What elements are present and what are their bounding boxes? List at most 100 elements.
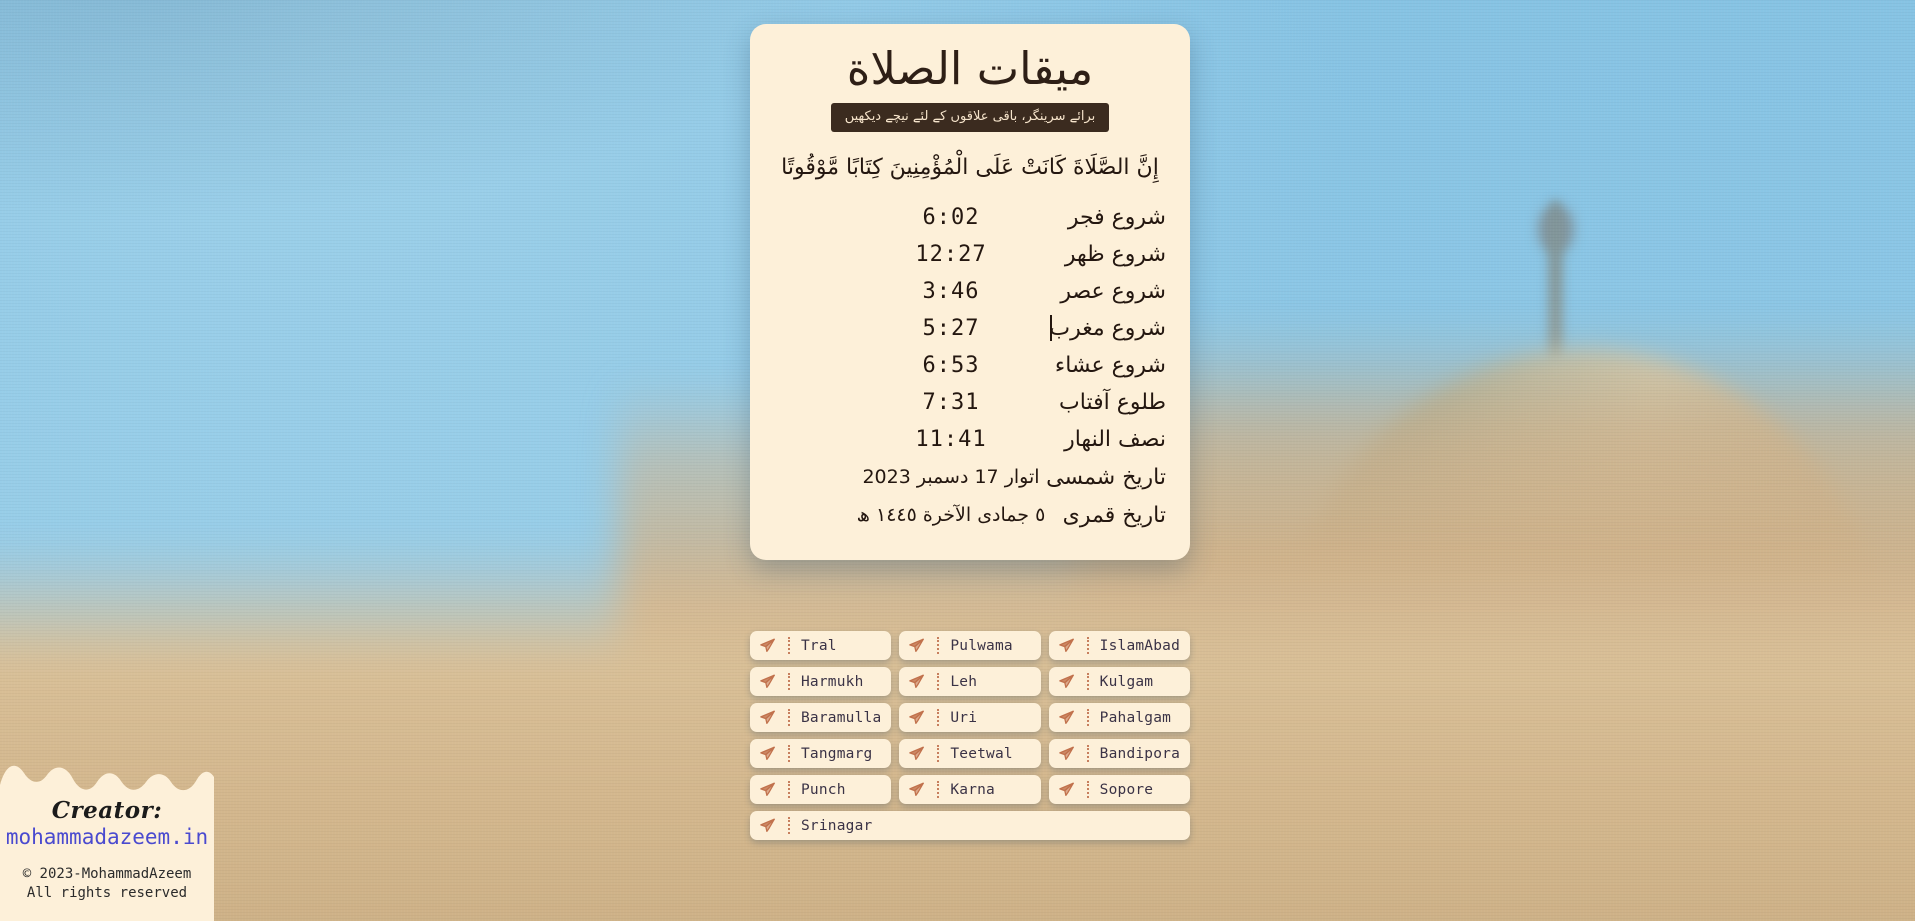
button-divider xyxy=(788,673,790,690)
location-button-label: Pulwama xyxy=(950,637,1013,654)
location-button-bandipora[interactable]: Bandipora xyxy=(1048,739,1190,768)
location-button-pahalgam[interactable]: Pahalgam xyxy=(1048,703,1190,732)
prayer-time-label: شروع ظهر xyxy=(1064,242,1166,268)
prayer-time-label: شروع عشاء xyxy=(1054,353,1166,379)
location-button-label: Uri xyxy=(950,709,978,726)
paper-plane-icon xyxy=(908,673,925,690)
creator-footer-card: Creator: mohammadazeem.in © 2023-Mohamma… xyxy=(0,755,214,921)
creator-label: Creator: xyxy=(51,797,163,824)
prayer-time-row: نصف النهار 11:41 xyxy=(772,421,1168,458)
prayer-time-value: 12:27 xyxy=(915,242,987,268)
location-button-label: Bandipora xyxy=(1099,745,1181,762)
button-divider xyxy=(937,745,940,762)
prayer-time-value: 5:27 xyxy=(922,316,980,342)
location-button-label: IslamAbad xyxy=(1099,637,1181,654)
button-divider xyxy=(1086,781,1089,798)
prayer-time-value: اتوار 17 دسمبر 2023 xyxy=(862,466,1040,489)
paper-plane-icon xyxy=(908,709,925,726)
button-divider xyxy=(1086,673,1089,690)
location-button-label: Srinagar xyxy=(801,817,873,834)
prayer-time-label: تاریخ شمسی xyxy=(1046,464,1166,490)
location-button-label: Harmukh xyxy=(801,673,864,690)
location-button-kulgam[interactable]: Kulgam xyxy=(1048,667,1190,696)
prayer-time-value: 11:41 xyxy=(915,427,987,453)
button-divider xyxy=(937,673,940,690)
paper-plane-icon xyxy=(759,745,776,762)
prayer-time-label: شروع عصر xyxy=(1060,279,1166,305)
location-button-uri[interactable]: Uri xyxy=(899,703,1041,732)
paper-plane-icon xyxy=(1058,673,1075,690)
location-button-srinagar[interactable]: Srinagar xyxy=(750,811,1190,840)
button-divider xyxy=(937,709,940,726)
prayer-time-value: 3:46 xyxy=(922,279,980,305)
location-button-grid: Tral Pulwama IslamAbad Harmukh Leh Kulgam Bara… xyxy=(750,631,1190,840)
location-button-label: Teetwal xyxy=(950,745,1013,762)
location-button-label: Pahalgam xyxy=(1099,709,1172,726)
copyright-line-1: © 2023-MohammadAzeem xyxy=(22,866,192,882)
region-notice-badge: برائے سرینگر، باقی علاقوں کے لئے نیچے دی… xyxy=(830,102,1110,132)
button-divider xyxy=(788,745,790,762)
button-divider xyxy=(937,637,940,654)
prayer-time-row: شروع ظهر 12:27 xyxy=(772,236,1168,273)
paper-plane-icon xyxy=(759,637,776,654)
copyright-block: © 2023-MohammadAzeem All rights reserved xyxy=(0,865,214,903)
paper-plane-icon xyxy=(759,709,776,726)
prayer-time-label: شروع فجر xyxy=(1067,205,1166,231)
button-divider xyxy=(1086,745,1089,762)
paper-plane-icon xyxy=(908,637,925,654)
prayer-times-list: شروع فجر 6:02 شروع ظهر 12:27 شروع عصر 3:46 شرو… xyxy=(772,199,1168,534)
location-button-leh[interactable]: Leh xyxy=(899,667,1041,696)
paper-plane-icon xyxy=(908,781,925,798)
text-cursor-artifact xyxy=(1050,315,1052,342)
location-button-pulwama[interactable]: Pulwama xyxy=(899,631,1041,660)
location-button-label: Sopore xyxy=(1099,781,1154,798)
prayer-time-row: شروع عشاء 6:53 xyxy=(772,347,1168,384)
paper-plane-icon xyxy=(1058,637,1075,654)
button-divider xyxy=(1086,637,1089,654)
prayer-time-row: تاریخ قمری ٥ جمادى الآخرة ١٤٤٥ ھ xyxy=(772,496,1168,534)
paper-plane-icon xyxy=(759,817,776,834)
button-divider xyxy=(788,781,790,798)
prayer-time-row: شروع فجر 6:02 xyxy=(772,199,1168,236)
button-divider xyxy=(937,781,940,798)
prayer-time-row: شروع عصر 3:46 xyxy=(772,273,1168,310)
prayer-time-value: ٥ جمادى الآخرة ١٤٤٥ ھ xyxy=(856,504,1046,527)
prayer-time-value: 6:02 xyxy=(922,205,980,231)
paper-plane-icon xyxy=(1058,745,1075,762)
prayer-time-row: شروع مغرب 5:27 xyxy=(772,310,1168,347)
location-button-label: Tangmarg xyxy=(801,745,873,762)
copyright-line-2: All rights reserved xyxy=(26,884,188,901)
location-button-teetwal[interactable]: Teetwal xyxy=(899,739,1041,768)
location-button-punch[interactable]: Punch xyxy=(750,775,892,804)
paper-plane-icon xyxy=(1058,781,1075,798)
location-button-karna[interactable]: Karna xyxy=(899,775,1041,804)
prayer-time-row: تاریخ شمسی اتوار 17 دسمبر 2023 xyxy=(772,458,1168,496)
paper-plane-icon xyxy=(759,673,776,690)
paper-plane-icon xyxy=(908,745,925,762)
location-button-tangmarg[interactable]: Tangmarg xyxy=(750,739,892,768)
location-button-islamabad[interactable]: IslamAbad xyxy=(1048,631,1190,660)
location-button-harmukh[interactable]: Harmukh xyxy=(750,667,892,696)
location-button-label: Kulgam xyxy=(1099,673,1154,690)
location-button-label: Baramulla xyxy=(801,709,882,726)
paper-plane-icon xyxy=(759,781,776,798)
prayer-time-label: نصف النهار xyxy=(1064,427,1166,453)
location-button-label: Karna xyxy=(950,781,995,798)
location-button-label: Punch xyxy=(801,781,846,798)
button-divider xyxy=(788,709,790,726)
location-button-label: Tral xyxy=(801,637,837,654)
location-button-baramulla[interactable]: Baramulla xyxy=(750,703,892,732)
location-button-tral[interactable]: Tral xyxy=(750,631,892,660)
paper-plane-icon xyxy=(1058,709,1075,726)
location-button-label: Leh xyxy=(950,673,978,690)
prayer-time-value: 7:31 xyxy=(922,390,980,416)
button-divider xyxy=(788,817,790,834)
prayer-time-label: تاریخ قمری xyxy=(1062,502,1166,528)
location-button-sopore[interactable]: Sopore xyxy=(1048,775,1190,804)
prayer-time-value: 6:53 xyxy=(922,353,980,379)
page-title: ميقات الصلاة xyxy=(846,42,1094,95)
quran-ayah: إِنَّ الصَّلَاةَ كَانَتْ عَلَى الْمُؤْمِ… xyxy=(781,154,1159,180)
button-divider xyxy=(1086,709,1089,726)
prayer-time-label: طلوع آفتاب xyxy=(1059,390,1166,416)
creator-website-link[interactable]: mohammadazeem.in xyxy=(0,825,214,849)
